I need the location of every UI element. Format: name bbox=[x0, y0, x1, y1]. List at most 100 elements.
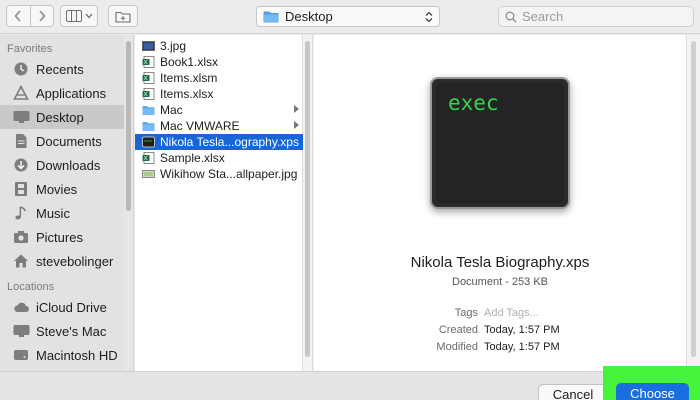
desktop-icon bbox=[12, 109, 30, 125]
sidebar-item-label: Applications bbox=[36, 85, 107, 101]
modified-label: Modified bbox=[436, 341, 478, 353]
up-down-arrows-icon bbox=[425, 11, 433, 22]
folder-icon bbox=[263, 11, 279, 23]
sidebar-scrollbar[interactable] bbox=[124, 35, 134, 371]
preview-file-name: Nikola Tesla Biography.xps bbox=[410, 254, 590, 271]
search-input[interactable] bbox=[522, 9, 682, 24]
image-file-icon bbox=[142, 170, 155, 178]
columns-view-icon bbox=[65, 10, 82, 22]
sidebar-item-label: Recents bbox=[36, 61, 84, 77]
sidebar-item-label: Pictures bbox=[36, 229, 83, 245]
sidebar-item-label: Desktop bbox=[36, 109, 84, 125]
computer-icon bbox=[12, 323, 30, 339]
folder-item-mac-vmware[interactable]: Mac VMWARE bbox=[135, 118, 303, 134]
choose-button[interactable]: Choose bbox=[616, 383, 689, 400]
excel-file-icon: X bbox=[142, 88, 155, 100]
sidebar-item-label: Macintosh HD bbox=[36, 347, 118, 363]
folder-icon bbox=[142, 106, 155, 115]
svg-text:X: X bbox=[144, 60, 148, 66]
add-tags-field[interactable]: Add Tags... bbox=[484, 307, 539, 319]
sidebar-item-label: Movies bbox=[36, 181, 78, 197]
sidebar-item-label: stevebolinger bbox=[36, 253, 114, 269]
modified-value: Today, 1:57 PM bbox=[484, 341, 560, 353]
locations-header: Locations bbox=[7, 281, 55, 293]
location-label: Desktop bbox=[285, 9, 333, 24]
svg-text:X: X bbox=[144, 92, 148, 98]
folder-icon bbox=[142, 122, 155, 131]
music-note-icon bbox=[12, 205, 30, 221]
nav-buttons bbox=[6, 5, 54, 27]
preview-scrollbar[interactable] bbox=[686, 35, 700, 371]
created-value: Today, 1:57 PM bbox=[484, 324, 560, 336]
file-item-3-jpg[interactable]: 3.jpg bbox=[135, 38, 303, 54]
sidebar-item-home[interactable]: stevebolinger bbox=[0, 249, 124, 273]
sidebar-item-downloads[interactable]: Downloads bbox=[0, 153, 124, 177]
location-popup[interactable]: Desktop bbox=[256, 6, 440, 27]
sidebar-item-steves-mac[interactable]: Steve's Mac bbox=[0, 319, 124, 343]
sidebar-item-label: Downloads bbox=[36, 157, 101, 173]
svg-text:X: X bbox=[144, 76, 148, 82]
tags-label: Tags bbox=[454, 307, 478, 319]
excel-file-icon: X bbox=[142, 152, 155, 164]
chevron-down-icon bbox=[85, 13, 92, 19]
clock-icon bbox=[12, 61, 30, 77]
back-button[interactable] bbox=[7, 6, 30, 26]
sidebar-item-documents[interactable]: Documents bbox=[0, 129, 124, 153]
disclosure-arrow-icon bbox=[294, 121, 299, 129]
modified-row: Modified Today, 1:57 PM bbox=[314, 341, 686, 356]
search-icon bbox=[505, 11, 517, 22]
sidebar-item-applications[interactable]: Applications bbox=[0, 81, 124, 105]
svg-text:X: X bbox=[144, 156, 148, 162]
file-item-items-xlsx[interactable]: X Items.xlsx bbox=[135, 86, 303, 102]
excel-file-icon: X bbox=[142, 72, 155, 84]
sidebar-item-label: iCloud Drive bbox=[36, 299, 107, 315]
chevron-right-icon bbox=[39, 10, 46, 22]
file-item-nikola-tesla-xps[interactable]: exec Nikola Tesla...ography.xps bbox=[135, 134, 303, 150]
file-item-items-xlsm[interactable]: X Items.xlsm bbox=[135, 70, 303, 86]
file-item-sample-xlsx[interactable]: X Sample.xlsx bbox=[135, 150, 303, 166]
sidebar-item-label: Steve's Mac bbox=[36, 323, 107, 339]
sidebar-item-label: Music bbox=[36, 205, 70, 221]
sidebar-item-desktop[interactable]: Desktop bbox=[0, 105, 124, 129]
tags-row: Tags Add Tags... bbox=[314, 307, 686, 322]
sidebar: Favorites Recents Applications Desktop D… bbox=[0, 35, 124, 371]
cancel-button[interactable]: Cancel bbox=[538, 384, 608, 400]
file-list-scrollbar[interactable] bbox=[303, 35, 313, 371]
exec-icon-text: exec bbox=[448, 91, 499, 115]
document-icon bbox=[12, 133, 30, 149]
disclosure-arrow-icon bbox=[294, 105, 299, 113]
preview-file-kind-size: Document - 253 KB bbox=[452, 276, 548, 288]
preview-pane: exec Nikola Tesla Biography.xps Document… bbox=[314, 35, 686, 371]
download-icon bbox=[12, 157, 30, 173]
folder-item-mac[interactable]: Mac bbox=[135, 102, 303, 118]
sidebar-item-movies[interactable]: Movies bbox=[0, 177, 124, 201]
new-folder-icon bbox=[115, 11, 131, 23]
new-folder-button[interactable] bbox=[108, 5, 138, 27]
image-file-icon bbox=[142, 41, 155, 51]
view-mode-button[interactable] bbox=[60, 5, 98, 27]
forward-button[interactable] bbox=[29, 6, 54, 26]
file-item-book1-xlsx[interactable]: X Book1.xlsx bbox=[135, 54, 303, 70]
sidebar-item-icloud-drive[interactable]: iCloud Drive bbox=[0, 295, 124, 319]
favorites-header: Favorites bbox=[7, 43, 53, 55]
cloud-icon bbox=[12, 299, 30, 315]
file-list: 3.jpg X Book1.xlsx X Items.xlsm X Items.… bbox=[135, 35, 303, 371]
exec-file-icon: exec bbox=[142, 136, 155, 148]
created-row: Created Today, 1:57 PM bbox=[314, 324, 686, 339]
sidebar-item-recents[interactable]: Recents bbox=[0, 57, 124, 81]
sidebar-item-pictures[interactable]: Pictures bbox=[0, 225, 124, 249]
chevron-left-icon bbox=[14, 10, 21, 22]
sidebar-item-macintosh-hd[interactable]: Macintosh HD bbox=[0, 343, 124, 367]
sidebar-item-label: Documents bbox=[36, 133, 102, 149]
camera-icon bbox=[12, 229, 30, 245]
excel-file-icon: X bbox=[142, 56, 155, 68]
applications-icon bbox=[12, 85, 30, 101]
search-field[interactable] bbox=[498, 6, 694, 27]
exec-file-large-icon: exec bbox=[430, 77, 570, 209]
toolbar: Desktop bbox=[0, 0, 700, 34]
hard-drive-icon bbox=[12, 347, 30, 363]
svg-text:exec: exec bbox=[144, 139, 152, 143]
film-icon bbox=[12, 181, 30, 197]
file-item-wikihow-wallpaper-jpg[interactable]: Wikihow Sta...allpaper.jpg bbox=[135, 166, 303, 182]
sidebar-item-music[interactable]: Music bbox=[0, 201, 124, 225]
